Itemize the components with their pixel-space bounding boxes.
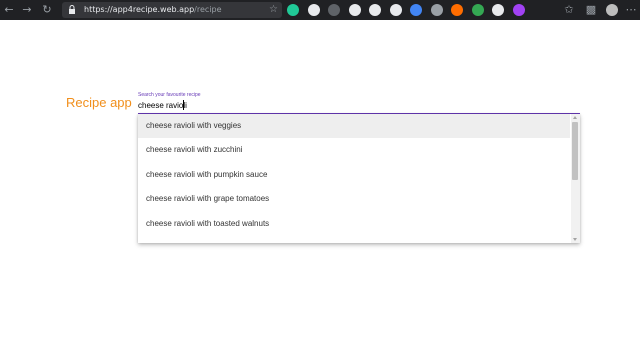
favorites-icon[interactable]: ✩ xyxy=(562,2,576,18)
address-bar[interactable]: https://app4recipe.web.app/recipe ☆ xyxy=(62,2,282,18)
suggestion-option[interactable]: cheese ravioli with pumpkin sauce xyxy=(138,163,570,187)
suggestion-option[interactable]: cheese ravioli with grape tomatoes xyxy=(138,187,570,211)
suggestion-option[interactable]: cheese ravioli with toasted walnuts xyxy=(138,212,570,236)
grammarly-icon[interactable] xyxy=(287,4,299,16)
url-path: /recipe xyxy=(194,5,222,14)
recipe-search-input[interactable] xyxy=(138,99,578,111)
lock-icon xyxy=(69,5,75,14)
recipe-search-field[interactable]: Search your favourite recipe xyxy=(138,92,580,114)
app-title: Recipe app xyxy=(66,95,132,110)
suggestion-option[interactable]: cheese ravioli with zucchini xyxy=(138,138,570,162)
notes-icon[interactable] xyxy=(389,4,402,16)
bookmark-star-icon[interactable]: ☆ xyxy=(269,2,278,18)
suggestion-option[interactable]: cheese ravioli with veggies xyxy=(138,114,570,138)
profile-avatar-icon[interactable] xyxy=(606,4,618,16)
message-icon[interactable] xyxy=(410,4,422,16)
search-field-label: Search your favourite recipe xyxy=(138,92,201,98)
fork-icon[interactable] xyxy=(451,4,463,16)
forward-arrow-icon[interactable]: → xyxy=(20,2,34,18)
url-text: https://app4recipe.web.app/recipe xyxy=(84,3,222,17)
clock-icon[interactable] xyxy=(348,4,361,16)
scroll-down-arrow-icon[interactable] xyxy=(573,238,577,241)
suggestions-scrollbar[interactable] xyxy=(571,114,580,243)
url-host: https://app4recipe.web.app xyxy=(84,5,195,14)
back-arrow-icon[interactable]: ← xyxy=(2,2,16,18)
pocket-icon[interactable] xyxy=(512,4,525,16)
circle-icon[interactable] xyxy=(430,4,443,16)
more-menu-icon[interactable]: ⋯ xyxy=(624,2,638,18)
hand-icon[interactable] xyxy=(328,4,340,16)
scrollbar-thumb[interactable] xyxy=(572,122,578,180)
badge-icon[interactable] xyxy=(369,4,381,16)
suggestions-dropdown: cheese ravioli with veggies cheese raviol… xyxy=(138,114,580,243)
pen-icon[interactable] xyxy=(307,4,320,16)
scroll-up-arrow-icon[interactable] xyxy=(573,116,577,119)
compass-icon[interactable] xyxy=(492,4,504,16)
reload-icon[interactable]: ↻ xyxy=(40,2,54,18)
text-caret xyxy=(183,100,184,110)
browser-toolbar: ← → ↻ https://app4recipe.web.app/recipe … xyxy=(0,0,640,20)
sync-icon[interactable] xyxy=(471,4,484,16)
collections-icon[interactable]: ▩ xyxy=(584,2,598,18)
